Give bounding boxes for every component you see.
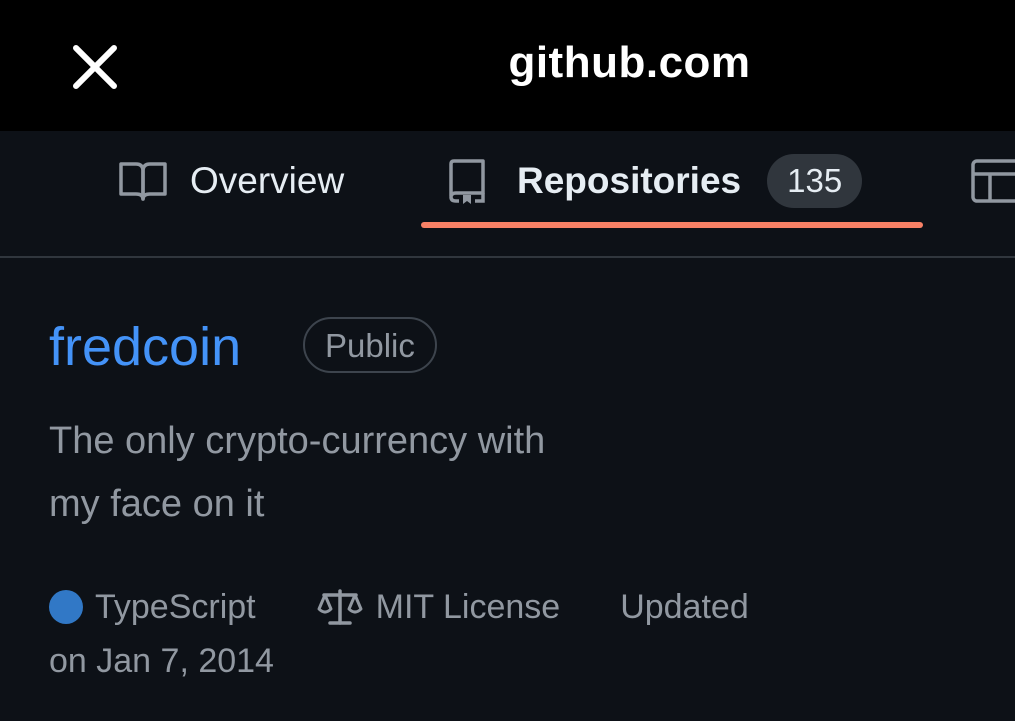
site-title: github.com bbox=[0, 38, 1015, 88]
repo-updated-prefix: Updated bbox=[620, 588, 749, 626]
tabs-divider bbox=[0, 256, 1015, 258]
book-icon bbox=[119, 162, 167, 201]
tab-repositories-label: Repositories bbox=[517, 160, 742, 201]
site-title-text: github.com bbox=[508, 38, 751, 87]
repo-description-line-1: The only crypto-currency with bbox=[49, 420, 546, 462]
repo-language: TypeScript bbox=[95, 588, 256, 626]
tab-overview-label: Overview bbox=[190, 160, 345, 201]
repo-description: The only crypto-currency with my face on… bbox=[49, 410, 669, 536]
language-color-dot bbox=[49, 590, 83, 624]
law-icon bbox=[317, 589, 363, 625]
repo-license-label: MIT License bbox=[375, 588, 561, 626]
repo-icon bbox=[449, 159, 485, 204]
tab-repositories[interactable]: Repositories 135 bbox=[447, 131, 863, 231]
tab-projects[interactable] bbox=[970, 131, 1015, 231]
repo-updated-date: on Jan 7, 2014 bbox=[49, 642, 274, 680]
top-bar: github.com bbox=[0, 0, 1015, 131]
visibility-badge: Public bbox=[303, 317, 437, 373]
repo-license: MIT License bbox=[316, 580, 561, 634]
tab-overview[interactable]: Overview bbox=[118, 131, 344, 231]
repositories-count-badge: 135 bbox=[767, 154, 863, 208]
table-icon bbox=[971, 159, 1015, 203]
selected-tab-underline bbox=[421, 222, 923, 228]
repo-meta: TypeScript MIT License Updated on Jan 7,… bbox=[49, 580, 849, 688]
repo-name-link[interactable]: fredcoin bbox=[49, 316, 241, 378]
profile-tabs: Overview Repositories 135 bbox=[0, 131, 1015, 257]
repo-description-line-2: my face on it bbox=[49, 483, 265, 525]
